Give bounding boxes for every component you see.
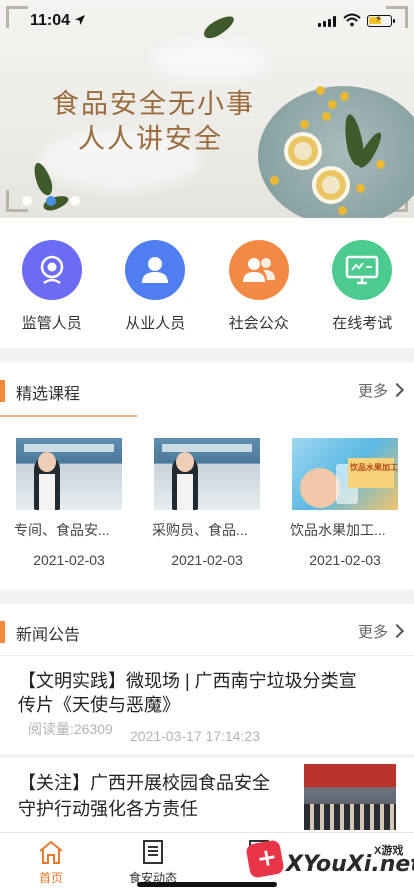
cellular-signal-icon [318, 16, 336, 27]
courses-more-link[interactable]: 更多 [358, 380, 388, 401]
course-date: 2021-02-03 [309, 552, 381, 568]
wifi-icon [343, 13, 361, 27]
entry-label: 从业人员 [125, 315, 186, 332]
location-arrow-icon [75, 15, 85, 25]
tab-home[interactable]: 首页 [6, 839, 96, 886]
news-read-count: 阅读量:26309 [28, 721, 113, 737]
entry-online-exam[interactable]: 在线考试 [311, 218, 414, 348]
entry-label: 监管人员 [21, 315, 82, 332]
course-card[interactable]: 采购员、食品... 2021-02-03 [138, 438, 276, 598]
role-entry-grid: 监管人员 从业人员 社会公众 在线考试 [0, 218, 414, 348]
monitor-icon [332, 240, 393, 300]
carousel-dot-active[interactable] [46, 196, 56, 206]
status-time: 11:04 [30, 12, 71, 29]
home-icon [39, 840, 63, 864]
carousel-indicator [22, 196, 80, 206]
entry-label: 社会公众 [228, 315, 289, 332]
flower-decoration [356, 184, 365, 193]
course-thumbnail: 饮品水果加工 [292, 438, 398, 510]
news-title: 传片《天使与恶魔》 [18, 695, 180, 715]
carousel-dot[interactable] [22, 196, 32, 206]
watermark: + XYouXi.net X游戏 [245, 838, 414, 884]
course-date: 2021-02-03 [171, 552, 243, 568]
course-card[interactable]: 专间、食品安... 2021-02-03 [0, 438, 138, 598]
news-item[interactable]: 【文明实践】微现场 | 广西南宁垃圾分类宣 传片《天使与恶魔》 阅读量:2630… [0, 656, 414, 754]
home-indicator[interactable] [137, 882, 277, 887]
section-divider [0, 590, 414, 604]
flower-decoration [316, 86, 325, 95]
status-bar: 11:04 ⚡ [0, 0, 414, 44]
course-list: 专间、食品安... 2021-02-03 采购员、食品... 2021-02-0… [0, 438, 414, 598]
flower-decoration [340, 92, 349, 101]
bowl-illustration [284, 132, 322, 170]
news-title: 守护行动强化各方责任 [18, 799, 198, 819]
thumbnail-caption: 饮品水果加工 [350, 463, 398, 472]
flower-decoration [376, 160, 385, 169]
section-divider [0, 348, 414, 362]
section-accent-bar [0, 380, 5, 402]
flower-decoration [322, 112, 331, 121]
news-title: 【关注】广西开展校园食品安全 [18, 773, 270, 793]
entry-practitioner[interactable]: 从业人员 [104, 218, 208, 348]
course-thumbnail [154, 438, 260, 510]
chevron-right-icon[interactable] [389, 382, 405, 398]
person-icon [125, 240, 186, 300]
section-title: 新闻公告 [16, 627, 81, 644]
banner-slogan: 人人讲安全 [78, 124, 223, 155]
course-title: 采购员、食品... [152, 522, 248, 538]
news-thumbnail [304, 764, 396, 830]
news-section-header: 新闻公告 更多 [0, 607, 414, 655]
course-card[interactable]: 饮品水果加工 饮品水果加工... 2021-02-03 [276, 438, 414, 598]
bowl-illustration [312, 166, 350, 204]
tab-food-safety-news[interactable]: 食安动态 [108, 839, 198, 886]
courses-section-header: 精选课程 更多 [0, 366, 414, 414]
course-date: 2021-02-03 [33, 552, 105, 568]
battery-charging-icon: ⚡ [367, 14, 395, 27]
course-title: 饮品水果加工... [290, 522, 386, 538]
entry-public[interactable]: 社会公众 [207, 218, 311, 348]
banner-mist [150, 40, 270, 80]
news-more-link[interactable]: 更多 [358, 621, 388, 642]
section-accent-bar [0, 621, 5, 643]
gamepad-logo-icon: + [245, 839, 285, 879]
watermark-tag: X游戏 [374, 845, 404, 857]
flower-decoration [300, 120, 309, 129]
flower-decoration [270, 176, 279, 185]
news-timestamp: 2021-03-17 17:14:23 [130, 728, 260, 744]
banner-slogan: 食品安全无小事 [52, 89, 255, 120]
news-icon [143, 840, 163, 864]
webcam-icon [21, 240, 82, 300]
group-icon [228, 240, 289, 300]
course-thumbnail [16, 438, 122, 510]
news-title: 【文明实践】微现场 | 广西南宁垃圾分类宣 [18, 671, 357, 691]
section-underline [0, 415, 137, 417]
course-title: 专间、食品安... [14, 522, 110, 538]
tab-label: 首页 [38, 871, 63, 885]
flower-decoration [328, 100, 337, 109]
section-title: 精选课程 [16, 386, 81, 403]
entry-label: 在线考试 [332, 315, 393, 332]
entry-supervisor[interactable]: 监管人员 [0, 218, 104, 348]
carousel-dot[interactable] [70, 196, 80, 206]
chevron-right-icon[interactable] [389, 623, 405, 639]
flower-decoration [338, 206, 347, 215]
